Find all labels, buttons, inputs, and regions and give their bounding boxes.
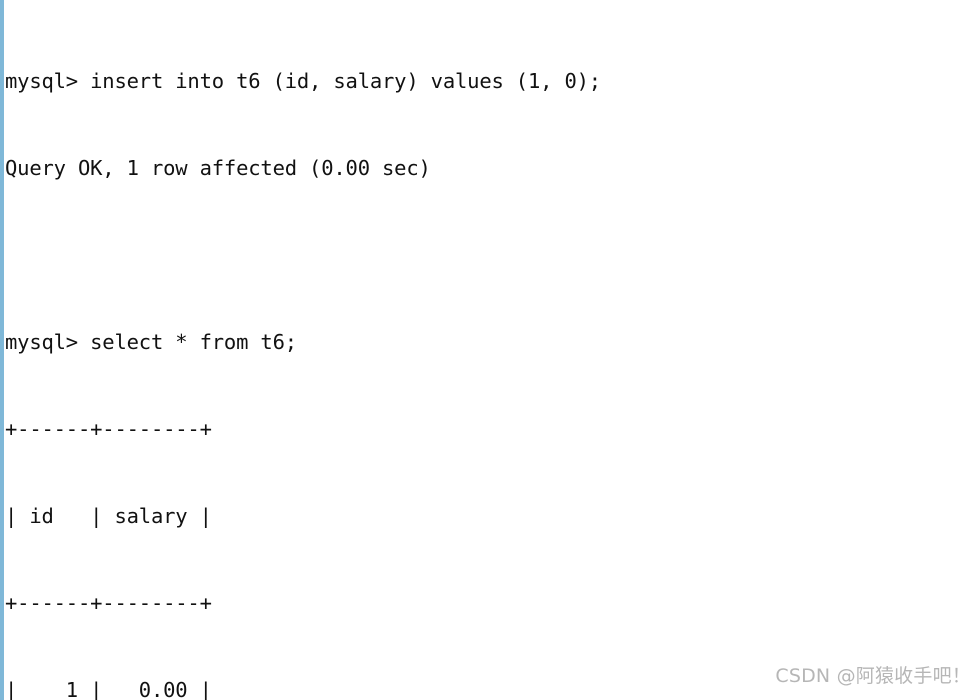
console-line: mysql> select * from t6; [5, 330, 297, 354]
console-line: mysql> insert into t6 (id, salary) value… [5, 69, 601, 93]
window-left-edge-stripe [0, 0, 4, 700]
console-line: | id | salary | [5, 504, 212, 528]
mysql-terminal-window[interactable]: mysql> insert into t6 (id, salary) value… [0, 0, 979, 700]
console-line: Query OK, 1 row affected (0.00 sec) [5, 156, 431, 180]
console-output[interactable]: mysql> insert into t6 (id, salary) value… [5, 9, 979, 700]
console-line: | 1 | 0.00 | [5, 678, 212, 700]
console-line: +------+--------+ [5, 591, 212, 615]
console-line: +------+--------+ [5, 417, 212, 441]
